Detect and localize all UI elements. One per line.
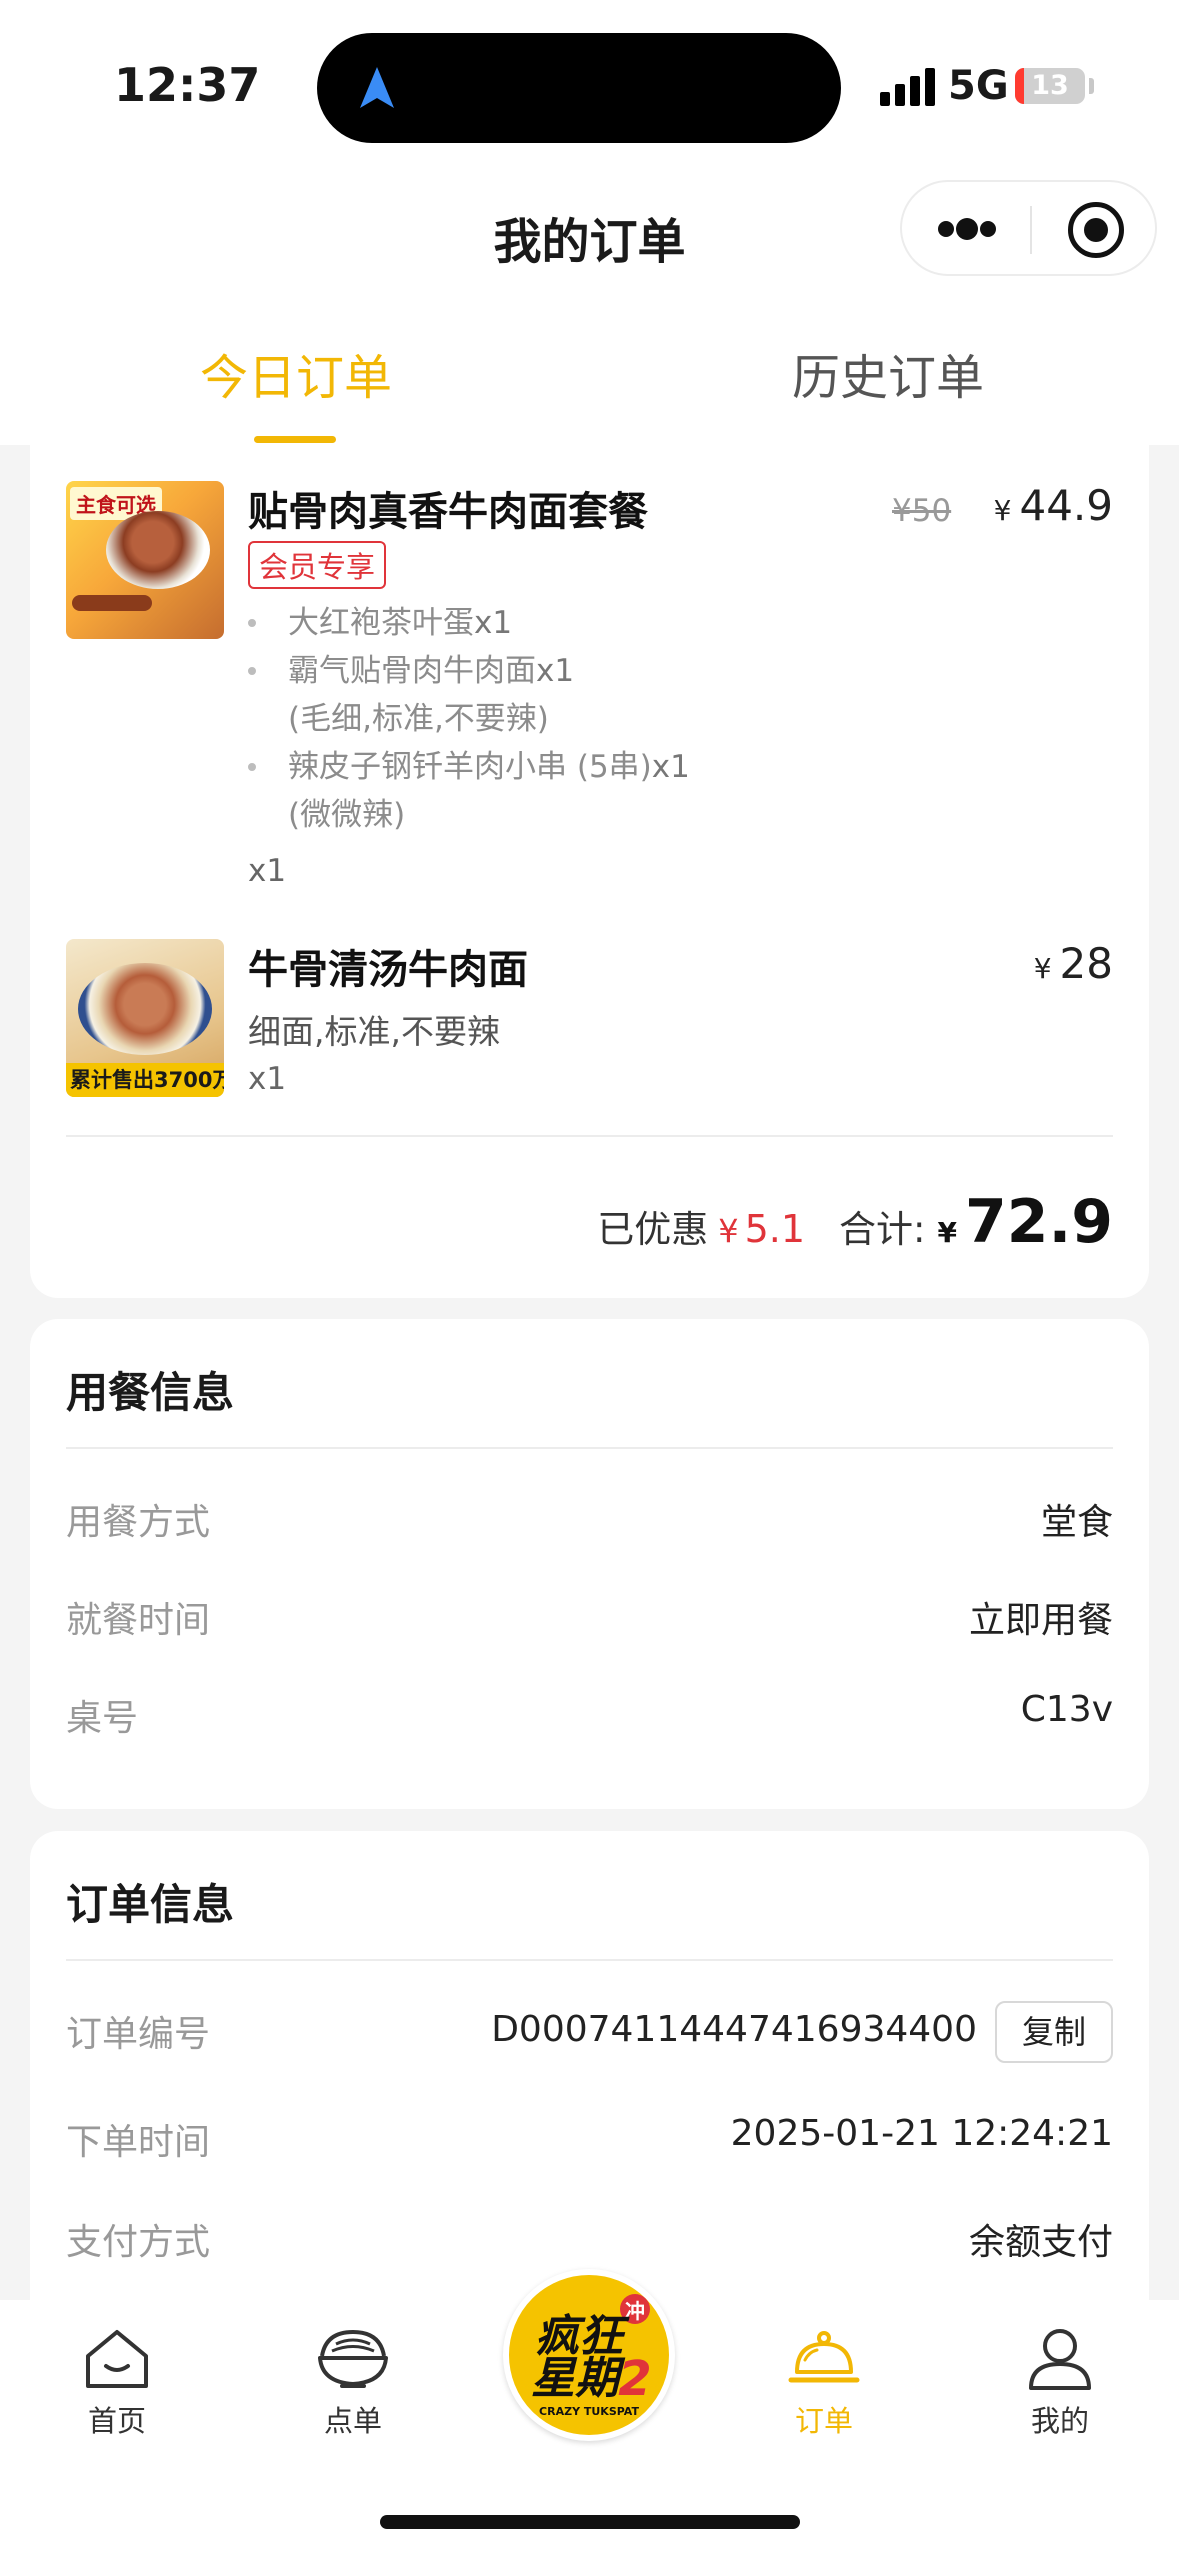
status-time: 12:37 [114,58,261,112]
original-price: ¥50 [892,493,952,529]
sub-item-note: (毛细,标准,不要辣) [288,701,549,737]
miniprogram-capsule [900,180,1157,276]
order-summary: 已优惠 ¥5.1 合计: ¥72.9 [597,1187,1113,1257]
network-type: 5G [948,63,1009,109]
dining-time-label: 就餐时间 [66,1600,211,1641]
item-image-label: 累计售出3700万+碗 [66,1063,224,1097]
copy-order-number-button[interactable]: 复制 [995,2001,1113,2063]
item-name: 贴骨肉真香牛肉面套餐 [248,489,648,535]
sub-item-name: 辣皮子钢钎羊肉小串 (5串) [288,749,652,785]
order-time-value: 2025-01-21 12:24:21 [730,2113,1113,2154]
capsule-divider [1030,206,1032,254]
tabbar-item-order[interactable]: 点单 [283,2326,423,2440]
home-icon [86,2330,148,2388]
order-info-card: 订单信息 订单编号 D00074114447416934400 复制 下单时间 … [30,1831,1149,2301]
sub-item-qty: x1 [536,653,575,689]
tabbar-item-orders[interactable]: 订单 [754,2326,894,2440]
item-image-combo: 主食可选 [66,481,224,639]
noodle-bowl-illustration [106,511,210,589]
sub-item-note: (微微辣) [288,797,406,833]
currency-symbol: ¥ [937,1216,957,1249]
dining-method-label: 用餐方式 [66,1502,211,1543]
discount-label: 已优惠 [597,1208,709,1251]
item-quantity: x1 [248,1061,287,1097]
logo-badge-text: 冲 [625,2299,645,2323]
navigation-arrow-icon [360,67,394,108]
item-price: ¥44.9 [994,481,1113,530]
tabbar-label: 我的 [1030,2404,1089,2438]
battery-percent: 13 [1031,70,1069,101]
dining-info-card: 用餐信息 用餐方式 堂食 就餐时间 立即用餐 桌号 C13v [30,1319,1149,1809]
tabbar-label: 点单 [323,2404,382,2438]
status-bar: 12:37 5G 13 [0,0,1179,170]
total-label: 合计: [839,1208,926,1251]
dining-method-value: 堂食 [1040,1502,1113,1543]
item-spec: 细面,标准,不要辣 [248,1012,500,1051]
logo-text-line-2: 星期 [531,2353,626,2404]
more-dots-icon[interactable] [938,216,996,244]
order-time-label: 下单时间 [66,2122,211,2163]
divider [66,1135,1113,1137]
section-title: 订单信息 [66,1880,235,1929]
dynamic-island [317,33,841,143]
divider [66,1959,1113,1961]
tabbar-item-profile[interactable]: 我的 [990,2326,1130,2440]
skewer-illustration [72,595,152,611]
battery-tip [1089,78,1094,94]
signal-strength-icon [880,66,936,106]
tab-history-orders[interactable]: 历史订单 [792,338,984,408]
sub-item: 霸气贴骨肉牛肉面x1 (毛细,标准,不要辣) [248,647,690,743]
price-value: 28 [1059,939,1113,988]
active-tab-indicator [254,436,336,443]
payment-method-label: 支付方式 [66,2222,211,2263]
crazy-thursday-logo: 冲 疯狂 星期 2 CRAZY TUKSPAT [531,2294,652,2418]
table-number-label: 桌号 [66,1698,139,1739]
price-value: 44.9 [1019,481,1113,530]
discount-amount: ¥5.1 [718,1207,805,1251]
brand-logo-button[interactable]: 冲 疯狂 星期 2 CRAZY TUKSPAT [503,2269,675,2441]
item-price: ¥28 [1034,939,1113,988]
item-image-soup: 累计售出3700万+碗 [66,939,224,1097]
nav-bar: 我的订单 [0,170,1179,290]
bowl-icon [318,2329,388,2388]
combo-sub-items: 大红袍茶叶蛋x1 霸气贴骨肉牛肉面x1 (毛细,标准,不要辣) 辣皮子钢钎羊肉小串… [248,599,690,839]
order-items-card: 主食可选 贴骨肉真香牛肉面套餐 ¥50 ¥44.9 会员专享 大红袍茶叶蛋x1 … [30,445,1149,1298]
home-indicator[interactable] [380,2515,800,2529]
item-quantity: x1 [248,853,287,889]
logo-text-number: 2 [618,2351,651,2407]
cloche-icon [788,2331,860,2383]
tabbar-label: 订单 [794,2404,853,2438]
battery-icon: 13 [1015,68,1085,104]
currency-symbol: ¥ [718,1212,739,1250]
discount-value: 5.1 [744,1207,805,1251]
payment-method-value: 余额支付 [968,2222,1113,2263]
currency-symbol: ¥ [1033,952,1052,985]
order-tabs: 今日订单 历史订单 [0,290,1179,445]
noodle-bowl-illustration [78,963,212,1055]
dining-time-value: 立即用餐 [968,1600,1113,1641]
order-number-value: D00074114447416934400 [491,2009,977,2050]
total-value: 72.9 [964,1187,1113,1257]
sub-item: 大红袍茶叶蛋x1 [248,599,690,647]
sub-item-name: 霸气贴骨肉牛肉面 [288,653,536,689]
sub-item: 辣皮子钢钎羊肉小串 (5串)x1 (微微辣) [248,743,690,839]
member-exclusive-badge: 会员专享 [248,541,387,589]
total-amount: ¥72.9 [937,1187,1113,1257]
sub-item-qty: x1 [474,605,513,641]
sub-item-qty: x1 [651,749,690,785]
tabbar-item-home[interactable]: 首页 [47,2326,187,2440]
item-name: 牛骨清汤牛肉面 [248,947,528,993]
currency-symbol: ¥ [993,494,1012,527]
tabbar-label: 首页 [87,2404,146,2438]
logo-subtitle: CRAZY TUKSPAT [539,2405,639,2418]
tab-today-orders[interactable]: 今日订单 [200,338,392,408]
profile-icon [1029,2329,1091,2390]
table-number-value: C13v [1020,1689,1113,1730]
sub-item-name: 大红袍茶叶蛋 [288,605,474,641]
divider [66,1447,1113,1449]
section-title: 用餐信息 [66,1368,235,1417]
order-number-label: 订单编号 [66,2014,211,2055]
target-icon[interactable] [1068,202,1124,258]
